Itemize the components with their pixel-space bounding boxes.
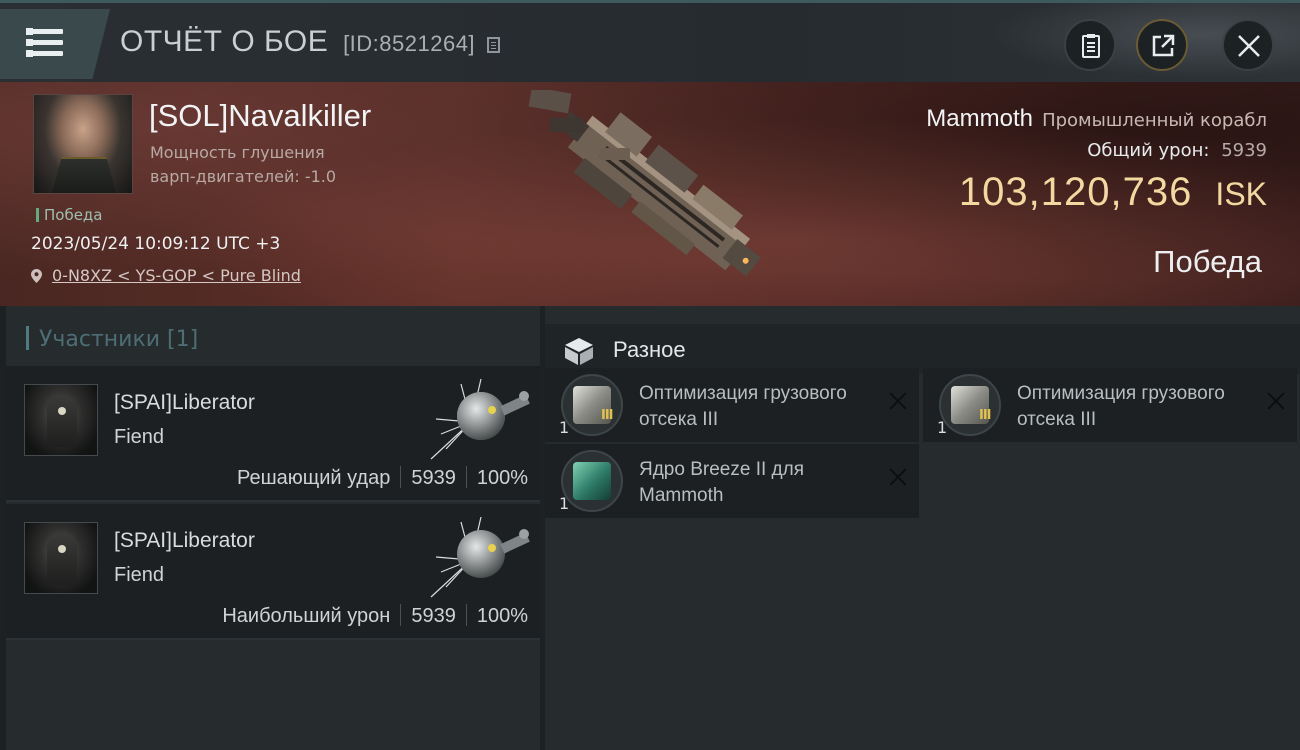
participants-header[interactable]: Участники [1] [26, 326, 198, 352]
participant-role: Решающий удар [236, 467, 391, 489]
total-damage-label: Общий урон: [1087, 140, 1210, 161]
isk-amount: 103,120,736 [958, 170, 1193, 214]
participant-name: [SPAI]Liberator [114, 391, 255, 414]
misc-panel: Разное 1 III Оптимизация грузового отсек… [545, 306, 1300, 750]
item-name: Оптимизация грузового отсека III [1017, 383, 1225, 430]
item-qty: 1 [559, 418, 570, 437]
participant-avatar [24, 384, 98, 456]
close-button[interactable] [1222, 19, 1274, 71]
misc-header-label: Разное [613, 337, 686, 362]
report-id: [ID:8521264] [343, 31, 476, 56]
ship-name[interactable]: Mammoth [926, 105, 1033, 132]
location-text: 0-N8XZ < YS-GOP < Pure Blind [52, 266, 301, 285]
participant-avatar [24, 522, 98, 594]
win-tag: Победа [36, 206, 103, 224]
menu-button[interactable] [0, 9, 110, 79]
item-name: Ядро Breeze II для Mammoth [639, 459, 804, 506]
total-damage-value: 5939 [1221, 140, 1267, 161]
pilot-portrait[interactable] [33, 94, 133, 194]
pilot-stat-line2: варп-двигателей: -1.0 [150, 167, 337, 186]
pilot-stat-line1: Мощность глушения [150, 143, 325, 162]
top-bar: ОТЧЁТ О БОЕ [ID:8521264] [0, 0, 1300, 82]
participants-panel: Участники [1] [SPAI]Liberator Fiend Реша… [6, 306, 540, 750]
breeze-core-icon [573, 462, 611, 500]
ship-class: Промышленный корабл [1042, 110, 1267, 131]
destroyed-x-icon [1267, 392, 1285, 410]
location-pin-icon [31, 269, 42, 283]
isk-unit: ISK [1215, 176, 1267, 212]
item-name: Оптимизация грузового отсека III [639, 383, 847, 430]
dropped-item[interactable]: 1 Ядро Breeze II для Mammoth [545, 444, 919, 518]
item-icon-slot [561, 450, 623, 512]
item-tier: III [601, 408, 613, 423]
participant-ship: Fiend [114, 426, 165, 448]
participant-card[interactable]: [SPAI]Liberator Fiend Наибольший урон 593… [6, 504, 540, 640]
misc-header: Разное [545, 324, 1300, 374]
battle-result: Победа [1153, 244, 1262, 279]
participant-percent: 100% [476, 605, 528, 627]
report-button[interactable] [1064, 19, 1116, 71]
isk-value: 103,120,736 ISK [959, 170, 1267, 215]
item-tier: III [979, 408, 991, 423]
total-damage: Общий урон: 5939 [1087, 140, 1267, 161]
location-link[interactable]: 0-N8XZ < YS-GOP < Pure Blind [31, 266, 301, 285]
pilot-name[interactable]: [SOL]Navalkiller [149, 98, 371, 134]
item-qty: 1 [937, 418, 948, 437]
clipboard-icon [1082, 34, 1100, 58]
drone-icon [430, 516, 530, 598]
item-icon-slot [561, 374, 623, 436]
dropped-item[interactable]: 1 III Оптимизация грузового отсека III [923, 368, 1297, 442]
victim-panel: [SOL]Navalkiller Мощность глушения варп-… [0, 82, 1300, 306]
share-button[interactable] [1136, 19, 1188, 71]
ship-render-image [528, 90, 761, 277]
participant-damage: 5939 [411, 605, 456, 627]
hamburger-icon [26, 28, 63, 57]
participant-card[interactable]: [SPAI]Liberator Fiend Решающий удар 5939 1… [6, 366, 540, 502]
ship-line: Mammoth Промышленный корабл [926, 105, 1267, 133]
item-qty: 1 [559, 494, 570, 513]
cube-icon [565, 338, 593, 365]
dropped-item[interactable]: 1 III Оптимизация грузового отсека III [545, 368, 919, 442]
participant-stats: Решающий удар 5939 100% [237, 466, 528, 490]
participant-name: [SPAI]Liberator [114, 529, 255, 552]
destroyed-x-icon [889, 468, 907, 486]
destroyed-x-icon [889, 392, 907, 410]
participant-damage: 5939 [411, 467, 456, 489]
participant-role: Наибольший урон [222, 605, 391, 627]
lower-area: Участники [1] [SPAI]Liberator Fiend Реша… [0, 306, 1300, 750]
drone-icon [430, 378, 530, 460]
participant-ship: Fiend [114, 564, 165, 586]
participant-percent: 100% [476, 467, 528, 489]
share-icon [1152, 34, 1175, 57]
copy-icon[interactable] [486, 37, 500, 53]
participant-stats: Наибольший урон 5939 100% [222, 604, 528, 628]
title-text: ОТЧЁТ О БОЕ [120, 25, 329, 58]
item-icon-slot [939, 374, 1001, 436]
page-title: ОТЧЁТ О БОЕ [ID:8521264] [120, 25, 500, 59]
close-icon [1238, 35, 1260, 57]
battle-datetime: 2023/05/24 10:09:12 UTC +3 [31, 234, 281, 254]
